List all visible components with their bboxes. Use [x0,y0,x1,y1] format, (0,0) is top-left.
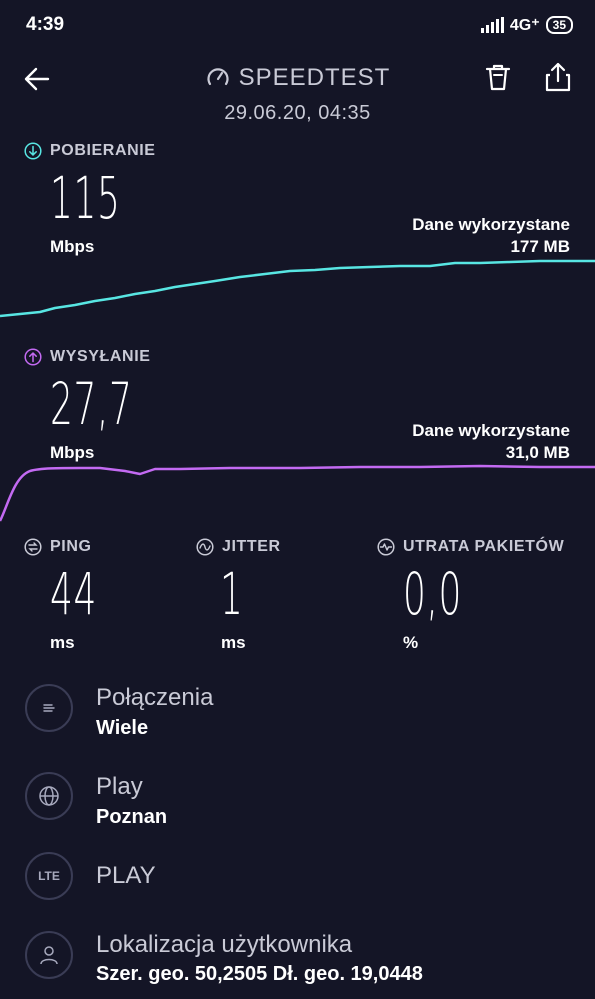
packet-loss-value: 0,0 [403,560,463,628]
lte-icon: LTE [25,852,73,900]
jitter-value: 1 [220,560,244,628]
packet-loss-unit: % [403,633,419,652]
user-location-title: Lokalizacja użytkownika [96,931,353,958]
test-date: 29.06.20, 04:35 [224,102,371,124]
jitter-icon [196,538,214,556]
upload-label: WYSYŁANIE [24,348,151,366]
ping-icon [24,538,42,556]
share-button[interactable] [541,60,575,94]
upload-graph-line [0,464,595,522]
connections-icon [25,684,73,732]
download-arrow-icon [24,142,42,160]
provider-title: Play [96,773,143,800]
upload-data-used-label: Dane wykorzystane [412,421,570,440]
download-speed-value: 115 [50,164,121,232]
packet-loss-label: UTRATA PAKIETÓW [377,538,564,556]
packet-loss-icon [377,538,395,556]
server-location: Poznan [96,806,168,828]
jitter-label-text: JITTER [222,538,281,555]
download-data-used-label: Dane wykorzystane [412,215,570,234]
upload-speed-value: 27,7 [50,370,133,438]
speedometer-icon [207,68,229,86]
ping-label: PING [24,538,92,556]
jitter-label: JITTER [196,538,281,556]
trash-icon [485,64,511,91]
download-graph-line [0,259,595,318]
battery-icon: 35 [545,16,573,34]
upload-label-text: WYSYŁANIE [50,348,151,365]
status-time: 4:39 [26,14,65,35]
ping-value: 44 [50,560,98,628]
network-type: 4G⁺ [509,17,540,34]
packet-loss-label-text: UTRATA PAKIETÓW [403,538,565,555]
page-title: SPEEDTEST [238,64,391,91]
lte-icon-text: LTE [38,869,60,883]
upload-speed-graph [0,464,595,522]
ping-label-text: PING [50,538,92,555]
user-coordinates: Szer. geo. 50,2505 Dł. geo. 19,0448 [96,963,423,985]
status-indicators: 4G⁺ 35 [480,14,573,36]
delete-button[interactable] [482,61,514,95]
upload-arrow-icon [24,348,42,366]
download-label-text: POBIERANIE [50,142,156,159]
download-speed-graph [0,259,595,318]
download-label: POBIERANIE [24,142,156,160]
connections-value: Wiele [96,717,149,739]
user-icon [25,931,73,979]
share-icon [545,62,571,92]
ping-unit: ms [50,633,75,652]
carrier-name: PLAY [96,862,156,889]
globe-icon [25,772,73,820]
signal-icon [480,17,504,33]
jitter-unit: ms [221,633,246,652]
connections-title: Połączenia [96,684,214,711]
